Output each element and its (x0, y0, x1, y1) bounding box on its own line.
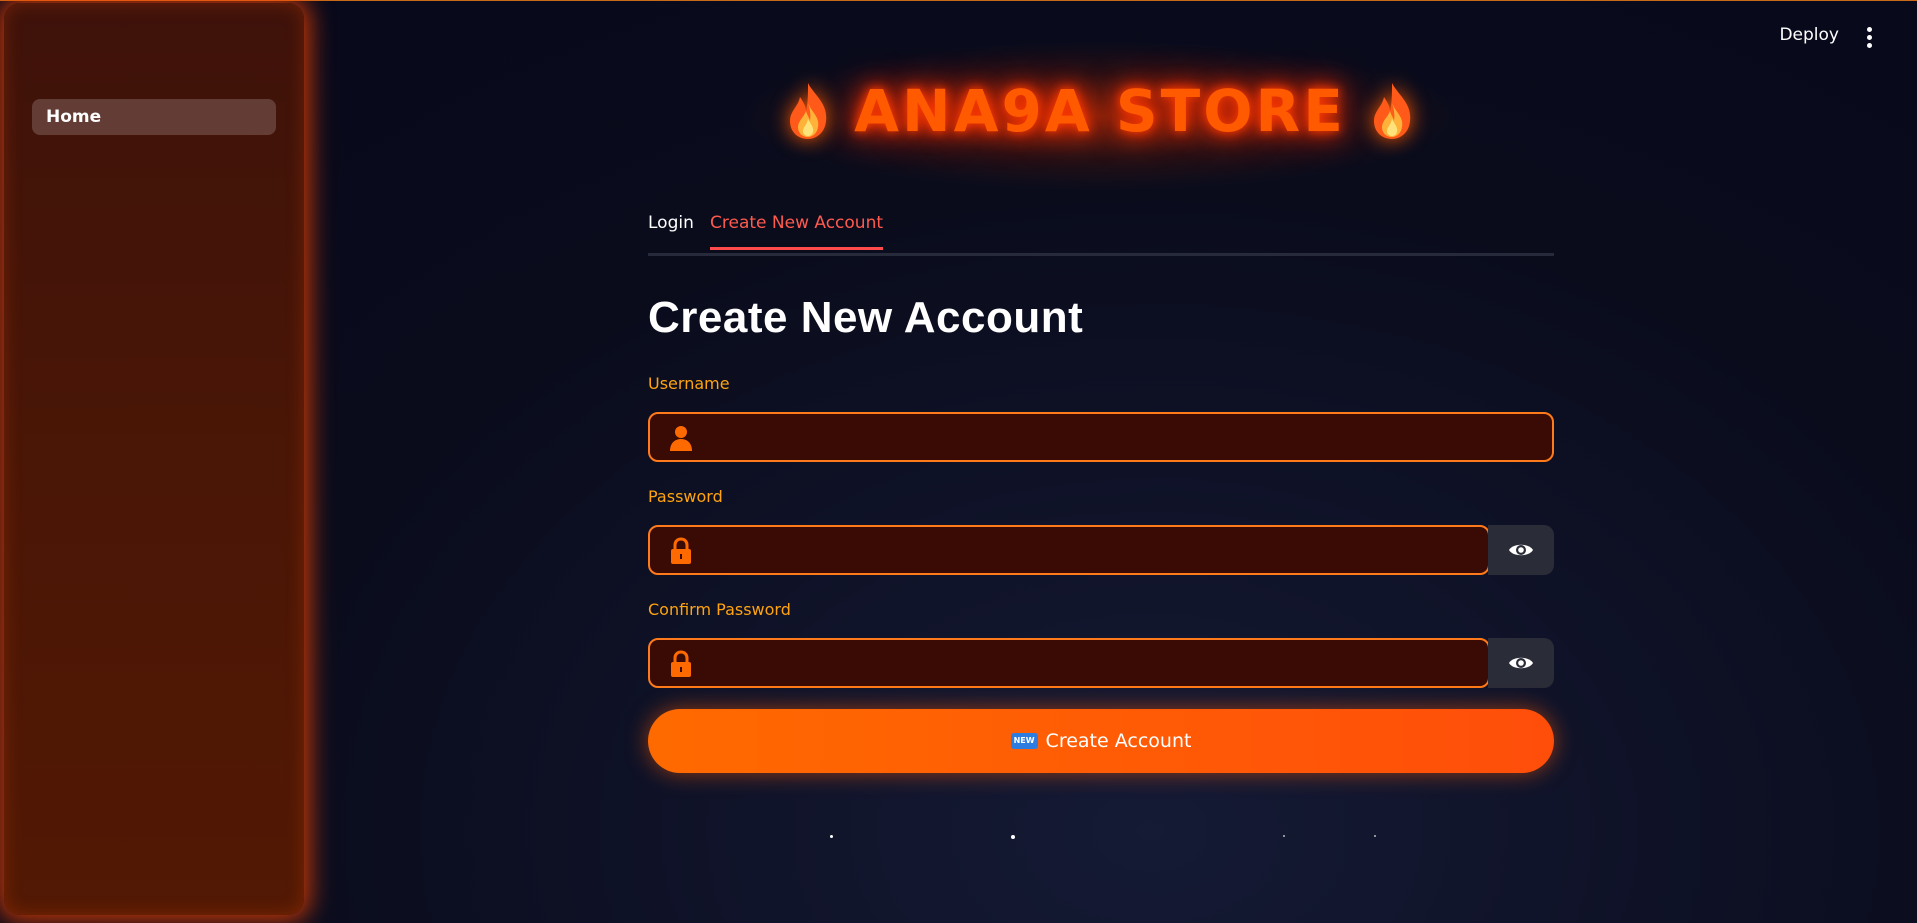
particle-dot (1374, 835, 1376, 837)
store-title: ANA9A STORE (780, 71, 1420, 151)
show-password-button[interactable] (1488, 525, 1554, 575)
user-icon (670, 426, 692, 451)
username-input[interactable] (702, 414, 1542, 462)
sidebar: Home (4, 3, 304, 915)
new-badge-icon: NEW (1010, 733, 1038, 749)
password-input[interactable] (702, 527, 1478, 575)
particle-dot (830, 835, 833, 838)
lock-icon (671, 650, 691, 677)
app-window: Home Deploy ANA9A STORE Login Create New… (0, 0, 1917, 923)
store-title-text: ANA9A STORE (854, 77, 1346, 145)
fire-icon (1373, 83, 1411, 139)
sidebar-item-label: Home (46, 107, 102, 127)
deploy-button[interactable]: Deploy (1779, 25, 1839, 45)
page-title: Create New Account (648, 293, 1084, 342)
kebab-menu-icon[interactable] (1861, 23, 1877, 51)
password-field (648, 525, 1490, 575)
lock-icon (671, 537, 691, 564)
tab-login[interactable]: Login (648, 213, 694, 247)
username-label: Username (648, 374, 730, 393)
fire-icon (790, 83, 827, 139)
sidebar-item-home[interactable]: Home (32, 99, 276, 135)
password-label: Password (648, 487, 723, 506)
particle-dot (1283, 835, 1285, 837)
eye-icon (1509, 657, 1533, 669)
confirm-password-label: Confirm Password (648, 600, 791, 619)
create-account-label: Create Account (1045, 730, 1192, 752)
confirm-password-field (648, 638, 1490, 688)
show-confirm-password-button[interactable] (1488, 638, 1554, 688)
confirm-password-input[interactable] (702, 640, 1478, 688)
tab-create-new-account[interactable]: Create New Account (710, 213, 884, 250)
username-field (648, 412, 1554, 462)
tab-bar: Login Create New Account (648, 209, 1554, 256)
particle-dot (1011, 835, 1015, 839)
create-account-button[interactable]: NEW Create Account (648, 709, 1554, 773)
eye-icon (1509, 544, 1533, 556)
